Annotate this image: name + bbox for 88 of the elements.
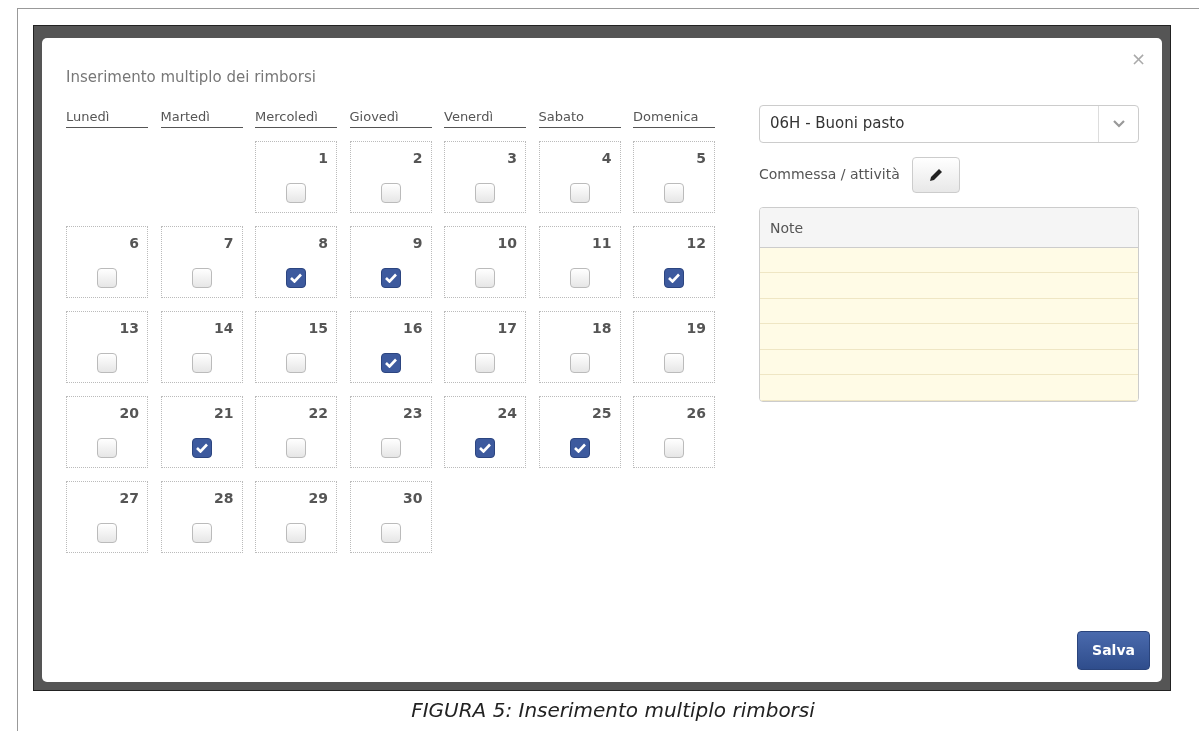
edit-button[interactable] (911, 156, 960, 193)
checkbox[interactable] (475, 353, 495, 373)
checkbox[interactable] (286, 268, 306, 288)
day-number: 22 (308, 404, 328, 423)
day-number: 19 (686, 319, 706, 338)
weekday-header: Domenica (633, 106, 715, 128)
checkbox[interactable] (664, 268, 684, 288)
checkmark-icon (573, 443, 586, 453)
day-number: 26 (686, 404, 706, 423)
note-row[interactable] (760, 349, 1138, 375)
modal-title: Inserimento multiplo dei rimborsi (66, 67, 316, 88)
day-number: 9 (412, 234, 423, 253)
day-number: 21 (214, 404, 234, 423)
checkbox[interactable] (475, 438, 495, 458)
checkbox[interactable] (380, 523, 401, 543)
figure-caption: FIGURA 5: Inserimento multiplo rimborsi (410, 697, 816, 724)
checkbox[interactable] (97, 438, 117, 458)
day-number: 11 (592, 234, 612, 253)
checkbox[interactable] (380, 183, 401, 203)
checkbox[interactable] (475, 268, 495, 288)
checkbox[interactable] (191, 438, 212, 458)
note-row[interactable] (760, 273, 1138, 299)
day-number: 20 (119, 404, 139, 423)
checkmark-icon (479, 443, 491, 453)
day-number: 15 (308, 319, 328, 338)
weekday-header: Martedì (160, 106, 243, 128)
checkbox[interactable] (97, 353, 117, 373)
checkbox[interactable] (286, 353, 306, 373)
checkbox[interactable] (664, 353, 684, 373)
weekday-header: Giovedì (349, 106, 432, 128)
weekday-header: Venerdì (444, 106, 526, 128)
save-button[interactable]: Salva (1077, 631, 1150, 670)
day-number: 8 (318, 234, 328, 253)
checkbox[interactable] (191, 523, 212, 543)
day-number: 28 (214, 489, 234, 508)
checkmark-icon (384, 358, 397, 368)
day-number: 14 (214, 319, 234, 338)
day-number: 1 (318, 149, 328, 168)
checkbox[interactable] (380, 353, 401, 373)
checkbox[interactable] (664, 183, 684, 203)
checkmark-icon (195, 443, 208, 453)
checkbox[interactable] (569, 183, 590, 203)
commessa-label: Commessa / attività (759, 165, 900, 184)
checkbox[interactable] (97, 268, 117, 288)
note-row[interactable] (760, 375, 1138, 401)
day-number: 25 (592, 404, 612, 423)
day-number: 27 (119, 489, 139, 508)
day-number: 10 (497, 234, 517, 253)
day-number: 16 (403, 319, 423, 338)
day-number: 7 (223, 234, 234, 253)
checkbox[interactable] (569, 268, 590, 288)
checkbox[interactable] (286, 523, 306, 543)
weekday-header: Lunedì (66, 106, 148, 128)
day-number: 4 (601, 149, 612, 168)
day-number: 17 (497, 319, 517, 338)
day-number: 18 (592, 319, 612, 338)
checkmark-icon (668, 273, 680, 283)
day-number: 23 (403, 404, 423, 423)
day-number: 12 (686, 234, 706, 253)
checkbox[interactable] (569, 438, 590, 458)
checkbox[interactable] (380, 268, 401, 288)
note-row[interactable] (760, 247, 1138, 273)
pencil-icon (928, 167, 943, 182)
day-number: 3 (507, 149, 517, 168)
note-row[interactable] (760, 298, 1138, 324)
checkbox[interactable] (97, 523, 117, 543)
day-number: 30 (403, 489, 423, 508)
checkbox[interactable] (380, 438, 401, 458)
weekday-header: Mercoledì (255, 106, 337, 128)
checkbox[interactable] (191, 353, 212, 373)
checkbox[interactable] (664, 438, 684, 458)
notes-header: Note (760, 207, 1138, 248)
expense-type-select[interactable]: 06H - Buoni pasto (759, 104, 1139, 143)
checkbox[interactable] (569, 353, 590, 373)
weekday-header: Sabato (538, 106, 621, 128)
checkbox[interactable] (286, 438, 306, 458)
checkmark-icon (290, 273, 302, 283)
day-number: 29 (308, 489, 328, 508)
day-number: 13 (119, 319, 139, 338)
day-number: 2 (412, 149, 423, 168)
day-number: 6 (129, 234, 139, 253)
day-number: 24 (497, 404, 517, 423)
checkmark-icon (384, 273, 397, 283)
day-number: 5 (696, 149, 706, 168)
checkbox[interactable] (286, 183, 306, 203)
note-row[interactable] (760, 324, 1138, 350)
checkbox[interactable] (191, 268, 212, 288)
checkbox[interactable] (475, 183, 495, 203)
